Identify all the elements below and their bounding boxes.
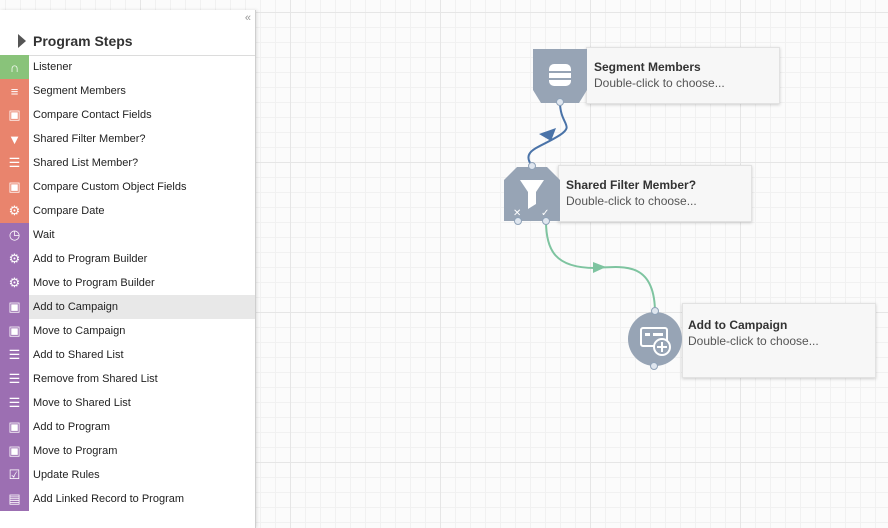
filter-input-port[interactable]	[528, 162, 536, 170]
step-move-to-program[interactable]: ▣ Move to Program	[0, 439, 255, 463]
campaign-move-icon: ▣	[0, 319, 29, 343]
step-label: Shared Filter Member?	[33, 133, 146, 145]
headphones-icon: ∩	[0, 55, 29, 79]
step-segment-members[interactable]: ≡ Segment Members	[0, 79, 255, 103]
filter-yes-port[interactable]	[542, 217, 550, 225]
step-label: Shared List Member?	[33, 157, 139, 169]
triangle-right-icon	[18, 34, 26, 48]
step-label: Move to Program	[33, 445, 118, 457]
campaign-add-icon: ▣	[0, 295, 29, 319]
add-to-campaign-title: Add to Campaign	[688, 318, 788, 332]
step-label: Wait	[33, 229, 55, 241]
connector-arrow-green	[593, 262, 606, 273]
program-steps-list: ∩ Listener ≡ Segment Members ▣ Compare Contac…	[0, 55, 255, 511]
step-label: Remove from Shared List	[33, 373, 158, 385]
step-shared-list-member[interactable]: ☰ Shared List Member?	[0, 151, 255, 175]
step-label: Add Linked Record to Program	[33, 493, 185, 505]
filter-no-port[interactable]	[514, 217, 522, 225]
step-label: Move to Program Builder	[33, 277, 155, 289]
add-to-campaign-card[interactable]: Add to Campaign Double-click to choose..…	[682, 303, 876, 378]
step-add-to-shared-list[interactable]: ☰ Add to Shared List	[0, 343, 255, 367]
step-move-to-campaign[interactable]: ▣ Move to Campaign	[0, 319, 255, 343]
step-add-linked-record-to-program[interactable]: ▤ Add Linked Record to Program	[0, 487, 255, 511]
list-icon: ☰	[0, 151, 29, 175]
gears-add-icon: ⚙	[0, 247, 29, 271]
linked-record-icon: ▤	[0, 487, 29, 511]
step-label: Update Rules	[33, 469, 100, 481]
campaign-input-port[interactable]	[651, 307, 659, 315]
rules-check-icon: ☑	[0, 463, 29, 487]
step-compare-contact-fields[interactable]: ▣ Compare Contact Fields	[0, 103, 255, 127]
step-add-to-program[interactable]: ▣ Add to Program	[0, 415, 255, 439]
segment-members-title: Segment Members	[594, 60, 701, 74]
step-wait[interactable]: ◷ Wait	[0, 223, 255, 247]
add-to-campaign-node[interactable]	[627, 311, 683, 367]
add-to-campaign-subtitle: Double-click to choose...	[688, 334, 819, 348]
step-label: Compare Date	[33, 205, 105, 217]
program-steps-header[interactable]: Program Steps	[0, 27, 255, 56]
step-compare-date[interactable]: ⚙ Compare Date	[0, 199, 255, 223]
step-label: Listener	[33, 61, 73, 73]
step-label: Compare Custom Object Fields	[33, 181, 187, 193]
segment-icon	[549, 64, 571, 86]
step-add-to-program-builder[interactable]: ⚙ Add to Program Builder	[0, 247, 255, 271]
step-add-to-campaign[interactable]: ▣ Add to Campaign	[0, 295, 255, 319]
program-move-icon: ▣	[0, 439, 29, 463]
shared-filter-subtitle: Double-click to choose...	[566, 194, 697, 208]
step-listener[interactable]: ∩ Listener	[0, 55, 255, 79]
custom-object-icon: ▣	[0, 175, 29, 199]
filter-icon: ▼	[0, 127, 29, 151]
step-move-to-program-builder[interactable]: ⚙ Move to Program Builder	[0, 271, 255, 295]
campaign-output-port[interactable]	[650, 362, 658, 370]
gears-icon: ⚙	[0, 199, 29, 223]
step-label: Add to Shared List	[33, 349, 124, 361]
list-move-icon: ☰	[0, 391, 29, 415]
step-label: Move to Shared List	[33, 397, 131, 409]
list-add-icon: ☰	[0, 343, 29, 367]
step-compare-custom-object-fields[interactable]: ▣ Compare Custom Object Fields	[0, 175, 255, 199]
step-label: Move to Campaign	[33, 325, 126, 337]
gears-move-icon: ⚙	[0, 271, 29, 295]
clock-icon: ◷	[0, 223, 29, 247]
shared-filter-card[interactable]: Shared Filter Member? Double-click to ch…	[558, 165, 752, 222]
contact-card-icon: ▣	[0, 103, 29, 127]
step-label: Compare Contact Fields	[33, 109, 152, 121]
step-label: Add to Campaign	[33, 301, 118, 313]
step-move-to-shared-list[interactable]: ☰ Move to Shared List	[0, 391, 255, 415]
step-label: Add to Program	[33, 421, 111, 433]
step-shared-filter-member[interactable]: ▼ Shared Filter Member?	[0, 127, 255, 151]
collapse-panel-button[interactable]: «	[245, 12, 251, 24]
program-steps-panel: « Program Steps ∩ Listener ≡ Segment Member…	[0, 10, 256, 528]
segment-output-port[interactable]	[556, 98, 564, 106]
list-remove-icon: ☰	[0, 367, 29, 391]
step-update-rules[interactable]: ☑ Update Rules	[0, 463, 255, 487]
program-add-icon: ▣	[0, 415, 29, 439]
shared-filter-node[interactable]: ✕ ✓	[503, 166, 561, 222]
segment-members-node[interactable]	[532, 48, 588, 104]
segment-icon: ≡	[0, 79, 29, 103]
segment-members-subtitle: Double-click to choose...	[594, 76, 725, 90]
step-remove-from-shared-list[interactable]: ☰ Remove from Shared List	[0, 367, 255, 391]
step-label: Segment Members	[33, 85, 126, 97]
panel-title: Program Steps	[33, 33, 133, 49]
shared-filter-title: Shared Filter Member?	[566, 178, 697, 192]
step-label: Add to Program Builder	[33, 253, 148, 265]
segment-members-card[interactable]: Segment Members Double-click to choose..…	[586, 47, 780, 104]
